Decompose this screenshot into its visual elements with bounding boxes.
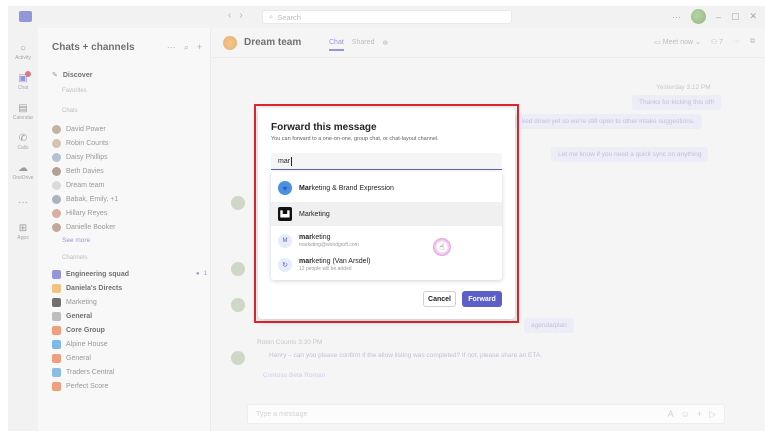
group-icon: ↻ [278, 258, 292, 272]
suggestion-rest: keting [311, 234, 331, 241]
suggestion-label: Marketing & Brand Expression [299, 185, 394, 192]
heart-icon: ♥ [278, 181, 292, 195]
text-caret [291, 156, 293, 166]
suggestion-rest: keting & Brand Expression [311, 184, 394, 192]
suggestion-item[interactable]: ♥ Marketing & Brand Expression [271, 178, 502, 198]
marketing-logo-icon: ▙▟ [278, 207, 292, 221]
recipient-suggestions-dropdown: ♥ Marketing & Brand Expression ▙▟ Market… [271, 172, 502, 280]
suggestion-label: marketing (Van Arsdel) 12 people will be … [299, 258, 370, 272]
recipient-input-value: mar [278, 157, 291, 165]
match-highlight: mar [299, 258, 312, 265]
match-highlight: mar [299, 234, 312, 241]
suggestion-sub: 12 people will be added [299, 266, 352, 272]
dialog-subtitle: You can forward to a one-on-one, group c… [271, 136, 439, 142]
cancel-button[interactable]: Cancel [423, 291, 456, 307]
recipient-search-input[interactable]: mar [271, 153, 502, 170]
suggestion-item[interactable]: ↻ marketing (Van Arsdel) 12 people will b… [271, 254, 502, 276]
dialog-title: Forward this message [271, 122, 377, 133]
match-highlight: Mar [299, 184, 312, 192]
suggestion-label: marketing marketing@woodgroft.com [299, 234, 359, 248]
forward-message-dialog: Forward this message You can forward to … [258, 108, 515, 319]
suggestion-label: Marketing [299, 211, 330, 218]
suggestion-item[interactable]: M marketing marketing@woodgroft.com [271, 230, 502, 252]
suggestion-item[interactable]: ▙▟ Marketing ☝ [271, 202, 502, 256]
suggestion-rest: Marketing [299, 210, 330, 218]
forward-button[interactable]: Forward [462, 291, 502, 307]
suggestion-rest: keting (Van Arsdel) [311, 258, 371, 265]
suggestion-sub: marketing@woodgroft.com [299, 242, 359, 248]
initial-avatar-icon: M [278, 234, 292, 248]
